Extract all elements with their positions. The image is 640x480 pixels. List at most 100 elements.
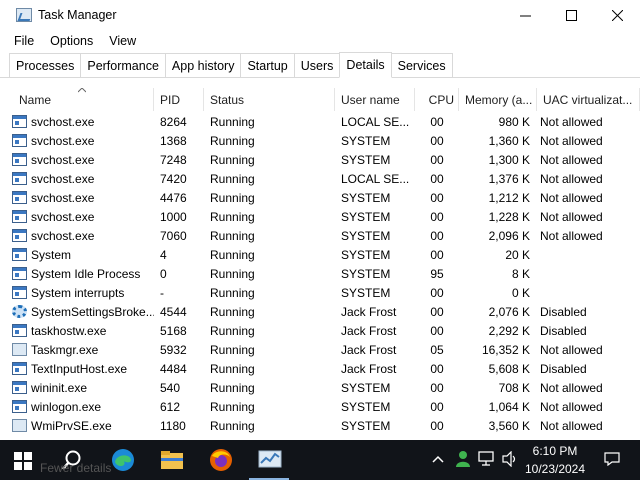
menu-options[interactable]: Options [50,34,93,48]
column-header-name-label: Name [19,92,52,107]
table-row[interactable]: svchost.exe 7248 Running SYSTEM 00 1,300 K Not… [9,150,640,169]
table-row[interactable]: svchost.exe 1368 Running SYSTEM 00 1,360 K Not… [9,131,640,150]
table-row[interactable]: WmiPrvSE.exe 1180 Running SYSTEM 00 3,560 K No… [9,416,640,435]
tab-services[interactable]: Services [390,53,453,77]
process-memory: 3,560 K [488,418,530,433]
column-header-status[interactable]: Status [204,88,335,111]
process-memory: 980 K [498,114,530,129]
clock-time: 6:10 PM [532,444,578,458]
column-header-name[interactable]: Name [9,88,154,111]
tab-startup[interactable]: Startup [240,53,295,77]
table-row[interactable]: wininit.exe 540 Running SYSTEM 00 708 K Not al… [9,378,640,397]
column-header-pid[interactable]: PID [154,88,204,111]
close-icon [611,9,623,21]
window-title: Task Manager [38,8,117,22]
table-row[interactable]: Taskmgr.exe 5932 Running Jack Frost 05 16,352… [9,340,640,359]
network-icon[interactable] [478,451,496,467]
column-header-user-name[interactable]: User name [335,88,415,111]
notification-icon[interactable] [604,452,620,466]
table-row[interactable]: svchost.exe 7060 Running SYSTEM 00 2,096 K Not… [9,226,640,245]
process-cpu: 00 [430,152,444,167]
menu-bar: File Options View [0,30,640,52]
process-user: SYSTEM [341,133,391,148]
process-user: SYSTEM [341,266,391,281]
process-status: Running [210,114,255,129]
process-name: TextInputHost.exe [31,361,128,376]
column-header-cpu[interactable]: CPU [415,88,459,111]
close-button[interactable] [594,0,640,30]
process-uac: Not allowed [540,418,603,433]
service-process-icon [12,324,27,337]
fewer-details-link[interactable]: Fewer details [40,461,111,475]
column-header-uac-virtualization[interactable]: UAC virtualizat... [537,88,640,111]
tab-users[interactable]: Users [293,53,341,77]
process-pid: 4544 [160,304,187,319]
process-name: System interrupts [31,285,125,300]
process-cpu: 00 [430,304,444,319]
tab-performance[interactable]: Performance [80,53,166,77]
process-status: Running [210,380,255,395]
process-uac: Disabled [540,361,587,376]
window-controls [502,0,640,30]
process-cpu: 00 [430,361,444,376]
user-tray-icon[interactable] [454,450,472,468]
process-name: taskhostw.exe [31,323,107,338]
process-uac: Not allowed [540,399,603,414]
task-manager-taskbar-button[interactable] [248,440,292,480]
table-row[interactable]: System interrupts - Running SYSTEM 00 0 K [9,283,640,302]
table-row[interactable]: System Idle Process 0 Running SYSTEM 95 8 K [9,264,640,283]
process-name: svchost.exe [31,114,95,129]
process-user: SYSTEM [341,190,391,205]
minimize-button[interactable] [502,0,548,30]
menu-file[interactable]: File [14,34,34,48]
column-header-memory[interactable]: Memory (a... [459,88,537,111]
process-name: svchost.exe [31,228,95,243]
menu-view[interactable]: View [109,34,136,48]
process-cpu: 00 [430,247,444,262]
process-memory: 2,096 K [488,228,530,243]
table-row[interactable]: winlogon.exe 612 Running SYSTEM 00 1,064 K Not… [9,397,640,416]
process-status: Running [210,304,255,319]
task-manager-icon [12,343,27,356]
process-pid: 8264 [160,114,187,129]
process-status: Running [210,418,255,433]
process-user: Jack Frost [341,361,397,376]
process-cpu: 00 [430,190,444,205]
service-process-icon [12,210,27,223]
process-status: Running [210,133,255,148]
process-user: Jack Frost [341,304,397,319]
maximize-button[interactable] [548,0,594,30]
table-row[interactable]: svchost.exe 8264 Running LOCAL SE... 00 980 K… [9,112,640,131]
process-user: SYSTEM [341,380,391,395]
file-explorer-button[interactable] [150,440,194,480]
process-pid: 7248 [160,152,187,167]
tab-processes[interactable]: Processes [9,53,82,77]
firefox-button[interactable] [199,440,243,480]
process-uac: Not allowed [540,228,603,243]
process-uac: Not allowed [540,209,603,224]
process-memory: 1,360 K [488,133,530,148]
table-row[interactable]: svchost.exe 1000 Running SYSTEM 00 1,228 K Not… [9,207,640,226]
tab-details[interactable]: Details [339,52,392,78]
volume-icon[interactable] [502,451,518,467]
process-memory: 1,064 K [488,399,530,414]
table-row[interactable]: taskhostw.exe 5168 Running Jack Frost 00 2,29… [9,321,640,340]
table-row[interactable]: svchost.exe 7420 Running LOCAL SE... 00 1,376… [9,169,640,188]
tab-app-history[interactable]: App history [164,53,242,77]
process-cpu: 00 [430,323,444,338]
process-status: Running [210,190,255,205]
table-row[interactable]: System 4 Running SYSTEM 00 20 K [9,245,640,264]
table-row[interactable]: TextInputHost.exe 4484 Running Jack Frost 00… [9,359,640,378]
process-uac: Disabled [540,323,587,338]
service-process-icon [12,381,27,394]
windows-start-icon[interactable] [14,452,32,470]
table-row[interactable]: SystemSettingsBroke... 4544 Running Jack Fr… [9,302,640,321]
process-user: LOCAL SE... [341,114,410,129]
table-row[interactable]: svchost.exe 4476 Running SYSTEM 00 1,212 K Not… [9,188,640,207]
process-pid: 0 [160,266,167,281]
chevron-up-icon[interactable] [432,455,444,463]
process-status: Running [210,171,255,186]
system-clock[interactable]: 6:10 PM 10/23/2024 [520,442,590,478]
process-memory: 5,608 K [488,361,530,376]
process-memory: 2,292 K [488,323,530,338]
